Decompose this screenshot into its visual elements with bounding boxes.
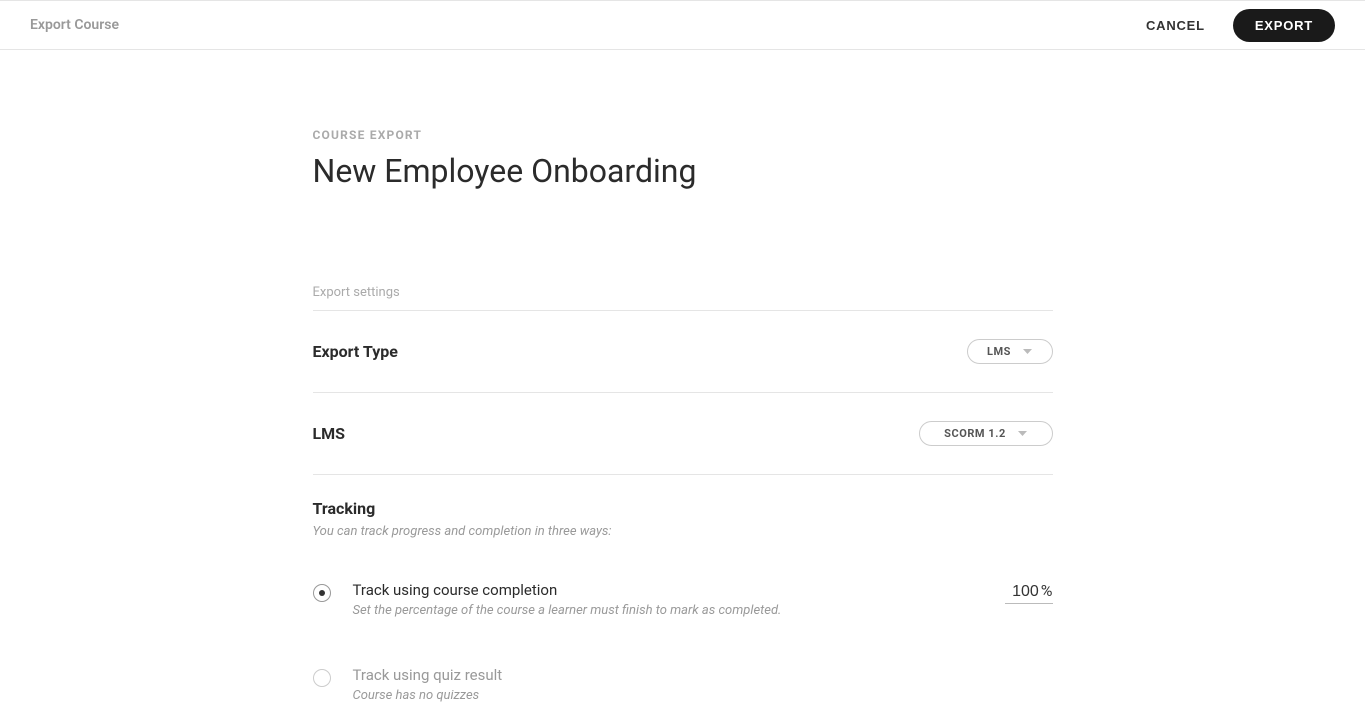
chevron-down-icon [1023, 349, 1032, 355]
option-desc: Course has no quizzes [353, 688, 1053, 703]
chevron-down-icon [1018, 431, 1027, 437]
option-text: Track using quiz result Course has no qu… [353, 666, 1053, 703]
eyebrow-label: COURSE EXPORT [313, 128, 1053, 142]
export-type-value: LMS [987, 345, 1011, 358]
export-type-label: Export Type [313, 342, 398, 361]
option-title: Track using quiz result [353, 666, 1053, 684]
header-title: Export Course [30, 17, 119, 33]
radio-completion[interactable] [313, 584, 331, 602]
lms-row: LMS SCORM 1.2 [313, 393, 1053, 475]
option-desc: Set the percentage of the course a learn… [353, 603, 1005, 618]
content-area: COURSE EXPORT New Employee Onboarding Ex… [313, 50, 1053, 727]
lms-value: SCORM 1.2 [944, 427, 1006, 440]
header-actions: CANCEL EXPORT [1146, 9, 1335, 42]
tracking-option-completion: Track using course completion Set the pe… [313, 557, 1053, 642]
tracking-label: Tracking [313, 499, 1053, 518]
lms-dropdown[interactable]: SCORM 1.2 [919, 421, 1053, 446]
completion-percent-input[interactable] [1005, 583, 1039, 601]
export-type-row: Export Type LMS [313, 311, 1053, 393]
tracking-subtext: You can track progress and completion in… [313, 524, 1053, 539]
lms-label: LMS [313, 424, 346, 443]
export-settings-label: Export settings [313, 285, 1053, 311]
cancel-button[interactable]: CANCEL [1146, 18, 1205, 33]
tracking-block: Tracking You can track progress and comp… [313, 475, 1053, 557]
header-bar: Export Course CANCEL EXPORT [0, 0, 1365, 50]
export-button[interactable]: EXPORT [1233, 9, 1335, 42]
option-title: Track using course completion [353, 581, 1005, 599]
completion-percent-field[interactable]: % [1005, 581, 1053, 604]
tracking-option-quiz: Track using quiz result Course has no qu… [313, 642, 1053, 727]
percent-symbol: % [1041, 581, 1053, 600]
export-type-dropdown[interactable]: LMS [967, 339, 1053, 364]
course-title: New Employee Onboarding [313, 152, 1053, 190]
option-text: Track using course completion Set the pe… [353, 581, 1005, 618]
radio-quiz [313, 669, 331, 687]
